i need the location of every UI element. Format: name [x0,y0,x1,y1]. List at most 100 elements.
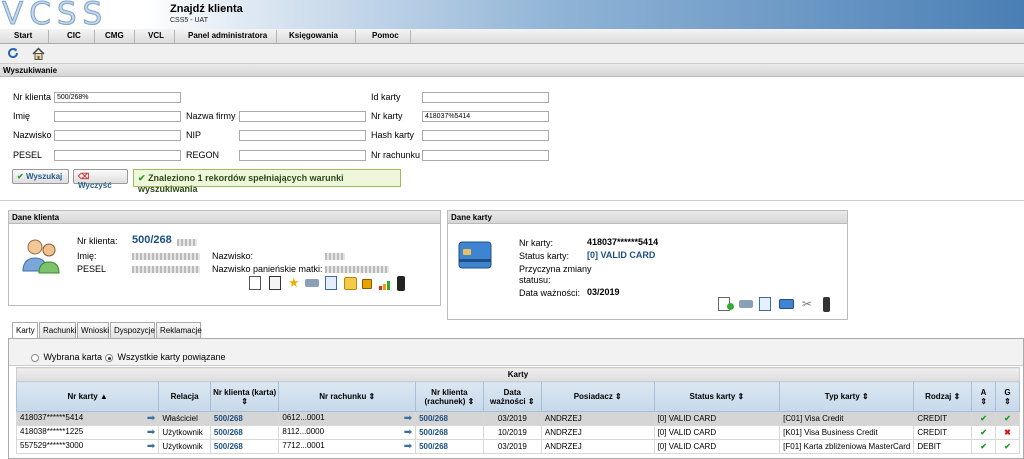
col-nr-karty[interactable]: Nr karty ▲ [15,381,160,412]
clear-button[interactable]: ⌫ Wyczyść [73,169,128,190]
col-nr-klienta-rachunek[interactable]: Nr klienta (rachunek) ⇕ [415,381,484,412]
table-row[interactable]: 418038******1225 ➡ Użytkownik 500/268 811… [15,425,1020,440]
col-data-waznosci[interactable]: Data ważności ⇕ [482,381,542,412]
radio-button[interactable] [31,353,39,362]
table-row[interactable]: 418037******5414 ➡ Właściciel 500/268 061… [15,411,1020,426]
col-posiadacz[interactable]: Posiadacz ⇕ [540,381,655,412]
card-nr-label: Nr karty: [519,238,554,248]
result-message: ✔ Znaleziono 1 rekordów spełniających wa… [133,169,401,194]
arrow-right-icon[interactable]: ➡ [404,427,412,438]
radio-label: Wszystkie karty powiązane [117,352,226,362]
document-edit-icon[interactable] [249,276,261,290]
nazwisko-label: Nazwisko [13,130,52,140]
note-icon[interactable] [344,277,357,290]
arrow-right-icon[interactable]: ➡ [404,413,412,424]
cell-nr-klienta-link[interactable]: 500/268 [209,439,280,454]
check-icon: ✔ [971,439,997,454]
table-caption: Karty [16,367,1020,382]
menu-ksiegowania[interactable]: Księgowania [289,31,338,40]
clear-button-label: Wyczyść [78,181,112,190]
star-icon[interactable]: ★ [288,275,300,291]
tab-reklamacje[interactable]: Reklamacje [156,322,202,338]
imie-input[interactable] [54,111,181,122]
card-panel: Dane karty Nr karty: 418037******5414 St… [447,210,848,320]
nr-klienta-input[interactable]: 500/268% [54,92,181,103]
arrow-right-icon[interactable]: ➡ [404,441,412,452]
arrow-right-icon[interactable]: ➡ [147,427,155,438]
col-status-karty[interactable]: Status karty ⇕ [653,381,781,412]
cell-rodzaj: CREDIT [913,411,973,426]
regon-input[interactable] [239,150,366,161]
arrow-right-icon[interactable]: ➡ [147,441,155,452]
menu-separator [410,30,411,43]
col-relacja[interactable]: Relacja [158,381,211,412]
hash-karty-input[interactable] [422,130,549,141]
col-nr-rachunku[interactable]: Nr rachunku ⇕ [278,381,417,412]
redacted-value [325,253,345,260]
id-karty-input[interactable] [422,92,549,103]
menu-cic[interactable]: CIC [67,31,81,40]
cell-nr-klienta-r-link[interactable]: 500/268 [415,425,484,440]
mobile-phone-icon[interactable] [397,276,405,291]
tab-karty[interactable]: Karty [12,322,38,339]
redacted-value [132,266,200,273]
regon-label: REGON [186,150,220,160]
menu-start[interactable]: Start [14,31,32,40]
cards-table: Karty Nr karty ▲ Relacja Nr klienta (kar… [15,367,1020,454]
check-icon: ✔ [17,172,24,181]
cell-data: 03/2019 [482,439,542,454]
cell-nr-klienta-link[interactable]: 500/268 [209,425,280,440]
form-edit-icon[interactable] [759,297,771,311]
table-row[interactable]: 557529******3000 ➡ Użytkownik 500/268 771… [15,439,1020,454]
tab-wnioski[interactable]: Wnioski [77,322,109,338]
notebook-icon[interactable] [269,276,281,290]
search-button-label: Wyszukaj [25,172,63,181]
client-panel: Dane klienta Nr klienta: 500/268 Imię: P… [8,210,441,306]
menu-admin-panel[interactable]: Panel administratora [188,31,267,40]
tab-dyspozycje[interactable]: Dyspozycje [110,322,155,338]
signal-bars-icon[interactable] [379,279,393,290]
imie-label: Imię [13,111,31,121]
radio-button-selected[interactable] [105,353,113,362]
home-icon[interactable] [31,46,47,62]
tools-icon[interactable]: ✂ [802,297,812,311]
menu-pomoc[interactable]: Pomoc [372,31,399,40]
cell-relacja: Użytkownik [158,439,211,454]
nr-karty-input[interactable]: 418037%5414 [422,111,549,122]
app-header: VCSS Znajdź klienta CSS5 - UAT [0,0,1024,30]
redacted-value [325,266,389,273]
menu-vcl[interactable]: VCL [148,31,164,40]
card-icon[interactable] [779,299,794,309]
nazwisko-input[interactable] [54,130,181,141]
tab-rachunki[interactable]: Rachunki [39,322,76,338]
nr-rachunku-input[interactable] [422,150,549,161]
col-nr-klienta-karta[interactable]: Nr klienta (karta) ⇕ [209,381,280,412]
traffic-light-icon[interactable] [823,297,830,312]
radio-wybrana-karta[interactable]: Wybrana karta [31,352,102,362]
search-button[interactable]: ✔ Wyszukaj [12,169,69,184]
cell-nr-klienta-r-link[interactable]: 500/268 [415,411,484,426]
nip-input[interactable] [239,130,366,141]
col-rodzaj[interactable]: Rodzaj ⇕ [913,381,973,412]
col-g[interactable]: G ⇕ [995,381,1020,412]
lock-icon[interactable] [362,279,372,289]
cell-nr-klienta-r-link[interactable]: 500/268 [415,439,484,454]
page-title: Znajdź klienta [170,3,243,15]
card-expiry-value: 03/2019 [587,287,620,297]
form-edit-icon[interactable] [325,276,337,290]
cross-icon: ✖ [995,425,1020,440]
eraser-icon: ⌫ [78,172,90,181]
radio-wszystkie-karty[interactable]: Wszystkie karty powiązane [105,352,226,362]
pesel-input[interactable] [54,150,181,161]
cards-icon[interactable] [739,300,753,308]
menu-separator [48,30,49,43]
refresh-icon[interactable] [6,46,22,62]
nazwa-firmy-input[interactable] [239,111,366,122]
cards-icon[interactable] [305,279,319,287]
cell-status: [0] VALID CARD [653,411,781,426]
col-a[interactable]: A ⇕ [971,381,997,412]
col-typ-karty[interactable]: Typ karty ⇕ [779,381,915,412]
arrow-right-icon[interactable]: ➡ [147,413,155,424]
menu-cmg[interactable]: CMG [105,31,124,40]
cell-nr-klienta-link[interactable]: 500/268 [209,411,280,426]
